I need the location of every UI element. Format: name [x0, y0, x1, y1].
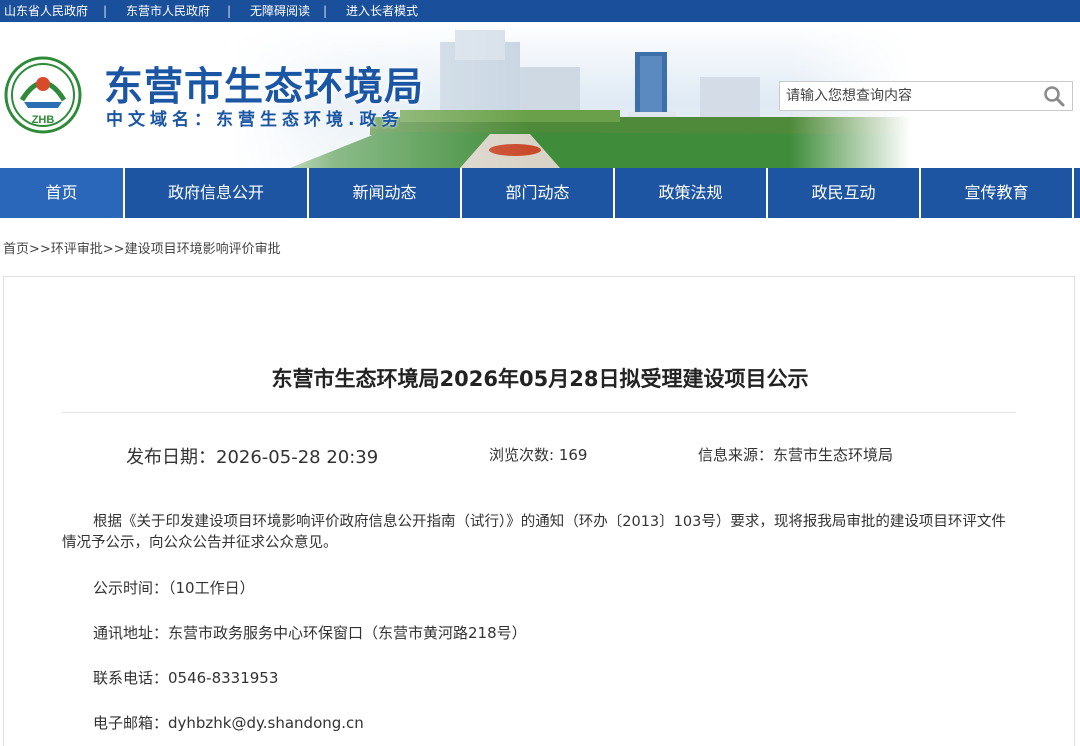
link-elder-mode[interactable]: 进入长者模式: [346, 0, 418, 22]
article-intro: 根据《关于印发建设项目环境影响评价政府信息公开指南（试行）》的通知（环办〔201…: [62, 514, 1006, 551]
chinese-domain: 中文域名：东营生态环境.政务: [106, 110, 404, 130]
separator: |: [323, 4, 328, 18]
bureau-logo: ZHB: [4, 56, 82, 134]
search-box: [779, 81, 1073, 111]
top-bar: 山东省人民政府 | 东营市人民政府 | 无障碍阅读 | 进入长者模式: [0, 0, 1080, 22]
nav-home[interactable]: 首页: [0, 168, 125, 218]
view-count: 浏览次数: 169: [489, 446, 588, 464]
search-icon[interactable]: [1042, 85, 1066, 107]
separator: |: [227, 4, 232, 18]
link-accessible-reading[interactable]: 无障碍阅读: [250, 0, 310, 22]
site-header: ZHB 东营市生态环境局 中文域名：东营生态环境.政务: [0, 22, 1080, 168]
breadcrumb[interactable]: 首页>>环评审批>>建设项目环境影响评价审批: [3, 238, 281, 257]
publish-date: 发布日期：2026-05-28 20:39: [126, 447, 379, 468]
nav-public-interaction[interactable]: 政民互动: [768, 168, 921, 218]
nav-publicity-education[interactable]: 宣传教育: [921, 168, 1074, 218]
nav-department-news[interactable]: 部门动态: [462, 168, 615, 218]
notice-period: 公示时间：（10工作日）: [93, 579, 255, 597]
link-dongying-gov[interactable]: 东营市人民政府: [126, 0, 210, 22]
site-title: 东营市生态环境局: [104, 65, 425, 110]
nav-policies[interactable]: 政策法规: [615, 168, 768, 218]
nav-news[interactable]: 新闻动态: [309, 168, 462, 218]
contact-address: 通讯地址：东营市政务服务中心环保窗口（东营市黄河路218号）: [93, 624, 527, 642]
link-shandong-gov[interactable]: 山东省人民政府: [4, 0, 88, 22]
contact-phone: 联系电话：0546-8331953: [93, 669, 279, 687]
article-title: 东营市生态环境局2026年05月28日拟受理建设项目公示: [271, 367, 809, 391]
main-nav: 首页 政府信息公开 新闻动态 部门动态 政策法规 政民互动 宣传教育: [0, 168, 1080, 218]
info-source: 信息来源：东营市生态环境局: [698, 446, 894, 464]
separator: |: [103, 4, 108, 18]
title-divider: [62, 412, 1016, 413]
search-input[interactable]: [780, 82, 1041, 110]
logo-text: ZHB: [32, 114, 55, 126]
nav-gov-info-disclosure[interactable]: 政府信息公开: [125, 168, 309, 218]
